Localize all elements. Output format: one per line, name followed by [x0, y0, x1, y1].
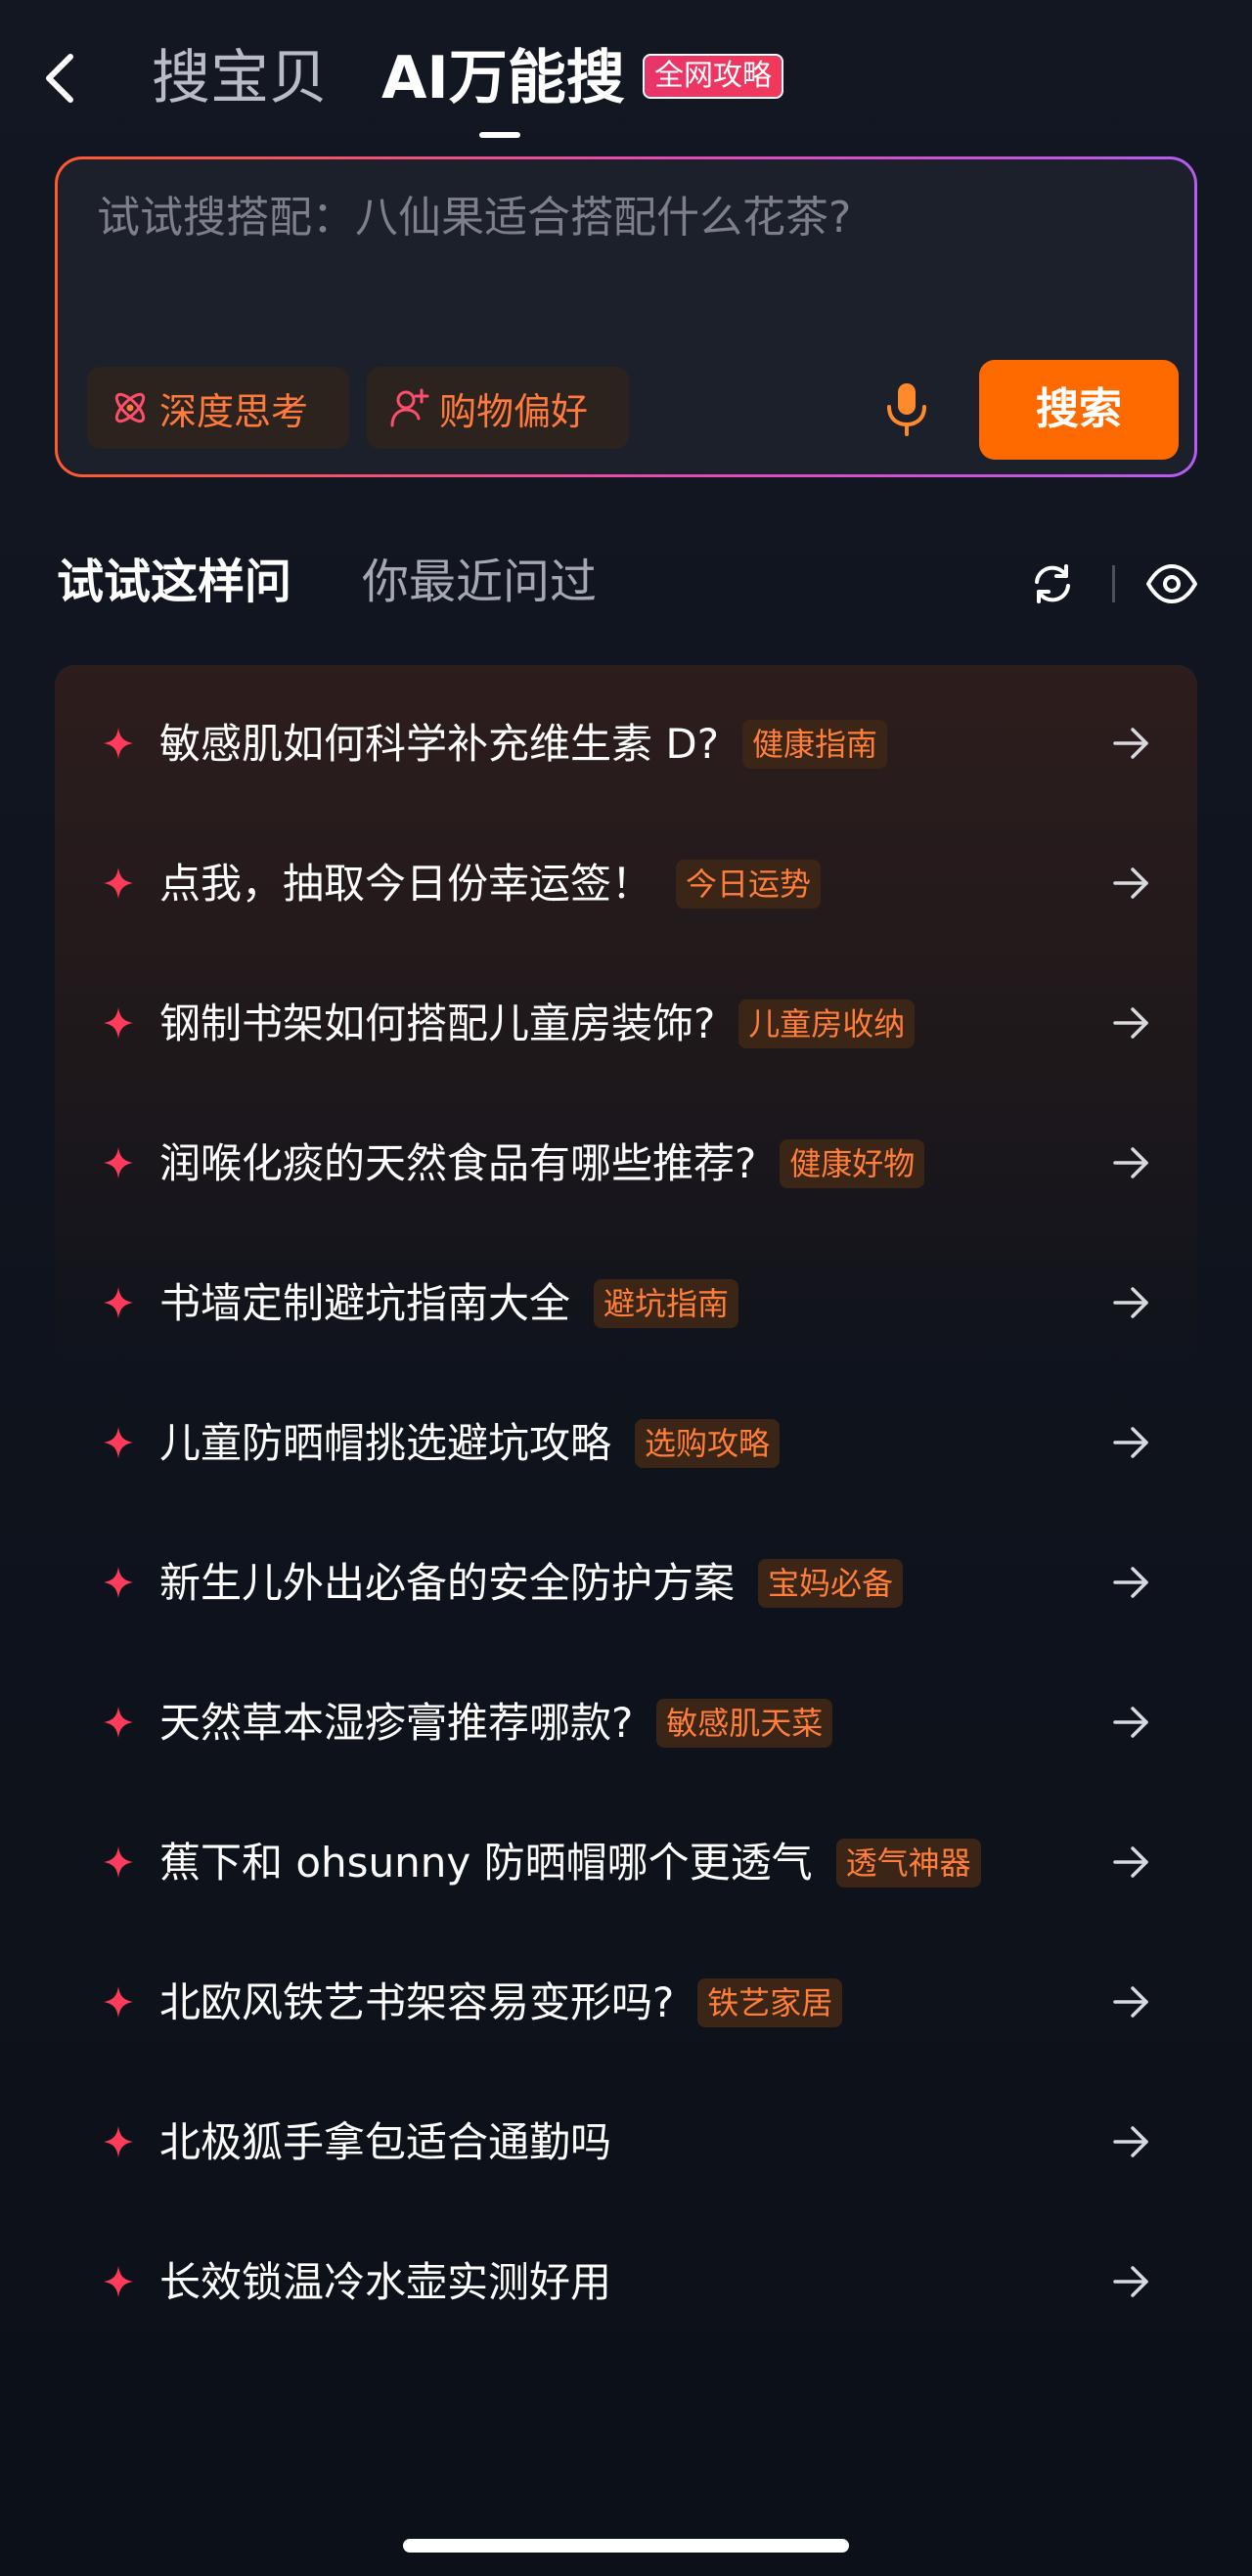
sparkle-star-icon	[104, 1147, 133, 1178]
suggestion-text-group: 北欧风铁艺书架容易变形吗? 铁艺家居	[159, 1973, 843, 2033]
sparkle-star-icon	[104, 1567, 133, 1598]
suggestion-question: 敏感肌如何科学补充维生素 D?	[159, 720, 719, 768]
top-bar: 搜宝贝 AI万能搜 全网攻略	[0, 0, 1252, 147]
active-tab-indicator	[479, 132, 520, 138]
suggestion-text-group: 天然草本湿疹膏推荐哪款? 敏感肌天菜	[159, 1693, 833, 1754]
suggestion-text-group: 润喉化痰的天然食品有哪些推荐? 健康好物	[159, 1133, 925, 1194]
tab-try-asking[interactable]: 试试这样问	[57, 548, 291, 616]
arrow-right-icon	[1113, 728, 1148, 759]
suggestion-question: 北极狐手拿包适合通勤吗	[159, 2118, 612, 2166]
atom-icon	[114, 392, 146, 423]
suggestion-question: 长效锁温冷水壶实测好用	[159, 2258, 612, 2306]
suggestion-text-group: 儿童防晒帽挑选避坑攻略 选购攻略	[159, 1413, 781, 1474]
sparkle-star-icon	[104, 728, 133, 759]
section-divider	[1112, 565, 1115, 602]
sparkle-star-icon	[104, 1846, 133, 1878]
suggestion-question: 书墙定制避坑指南大全	[159, 1279, 571, 1327]
suggestion-tag: 选购攻略	[635, 1419, 781, 1468]
tab-recently-asked[interactable]: 你最近问过	[362, 548, 597, 616]
suggestion-question: 北欧风铁艺书架容易变形吗?	[159, 1978, 675, 2026]
suggestion-question: 润喉化痰的天然食品有哪些推荐?	[159, 1139, 757, 1187]
search-box[interactable]: 试试搜搭配：八仙果适合搭配什么花茶? 深度思考 购物偏好 搜索	[55, 156, 1197, 477]
suggestion-question: 天然草本湿疹膏推荐哪款?	[159, 1699, 634, 1747]
sparkle-star-icon	[104, 1007, 133, 1039]
suggestion-item[interactable]: 敏感肌如何科学补充维生素 D? 健康指南	[55, 675, 1197, 815]
sparkle-star-icon	[104, 1287, 133, 1318]
suggestion-text-group: 蕉下和 ohsunny 防晒帽哪个更透气 透气神器	[159, 1833, 981, 1893]
suggestion-tag: 今日运势	[676, 860, 822, 909]
back-chevron-icon[interactable]	[39, 49, 82, 108]
sparkle-star-icon	[104, 2266, 133, 2297]
suggestion-tag: 宝妈必备	[758, 1559, 904, 1608]
suggestion-tag: 敏感肌天菜	[656, 1699, 833, 1748]
search-input[interactable]: 试试搜搭配：八仙果适合搭配什么花茶?	[97, 189, 851, 247]
eye-icon[interactable]	[1144, 560, 1199, 607]
suggestion-text-group: 新生儿外出必备的安全防护方案 宝妈必备	[159, 1553, 904, 1614]
arrow-right-icon	[1113, 2266, 1148, 2297]
suggestion-text-group: 敏感肌如何科学补充维生素 D? 健康指南	[159, 714, 887, 775]
sparkle-star-icon	[104, 2126, 133, 2157]
arrow-right-icon	[1113, 867, 1148, 899]
sparkle-star-icon	[104, 867, 133, 899]
suggestion-tag: 健康指南	[741, 720, 887, 769]
suggestion-item[interactable]: 钢制书架如何搭配儿童房装饰? 儿童房收纳	[55, 955, 1197, 1094]
suggestion-text-group: 北极狐手拿包适合通勤吗	[159, 2112, 611, 2173]
arrow-right-icon	[1113, 1567, 1148, 1598]
suggestion-item[interactable]: 点我，抽取今日份幸运签！ 今日运势	[55, 815, 1197, 955]
sparkle-star-icon	[104, 1427, 133, 1458]
suggestion-text-group: 书墙定制避坑指南大全 避坑指南	[159, 1273, 739, 1334]
suggestion-item[interactable]: 天然草本湿疹膏推荐哪款? 敏感肌天菜	[55, 1654, 1197, 1794]
suggestion-item[interactable]: 北欧风铁艺书架容易变形吗? 铁艺家居	[55, 1933, 1197, 2073]
arrow-right-icon	[1113, 1287, 1148, 1318]
tab-search-items[interactable]: 搜宝贝	[152, 39, 328, 117]
suggestion-item[interactable]: 长效锁温冷水壶实测好用	[55, 2213, 1197, 2353]
arrow-right-icon	[1113, 1986, 1148, 2018]
arrow-right-icon	[1113, 1846, 1148, 1878]
suggestion-text-group: 点我，抽取今日份幸运签！ 今日运势	[159, 854, 822, 914]
suggestion-item[interactable]: 蕉下和 ohsunny 防晒帽哪个更透气 透气神器	[55, 1794, 1197, 1933]
user-heart-icon	[390, 388, 429, 427]
suggestion-item[interactable]: 新生儿外出必备的安全防护方案 宝妈必备	[55, 1514, 1197, 1654]
shopping-preference-chip[interactable]: 购物偏好	[367, 367, 629, 449]
suggestion-tag: 健康好物	[780, 1139, 925, 1188]
arrow-right-icon	[1113, 2126, 1148, 2157]
home-indicator	[403, 2539, 849, 2553]
suggestion-tag: 儿童房收纳	[738, 999, 916, 1048]
suggestion-text-group: 钢制书架如何搭配儿童房装饰? 儿童房收纳	[159, 994, 916, 1054]
all-web-guide-badge: 全网攻略	[643, 54, 783, 99]
suggestion-question: 点我，抽取今日份幸运签！	[159, 860, 653, 908]
arrow-right-icon	[1113, 1147, 1148, 1178]
suggestion-question: 儿童防晒帽挑选避坑攻略	[159, 1419, 612, 1467]
suggestion-item[interactable]: 书墙定制避坑指南大全 避坑指南	[55, 1234, 1197, 1374]
sparkle-star-icon	[104, 1986, 133, 2018]
suggestion-item[interactable]: 润喉化痰的天然食品有哪些推荐? 健康好物	[55, 1094, 1197, 1234]
suggestion-tag: 避坑指南	[594, 1279, 739, 1328]
deep-think-label: 深度思考	[159, 389, 309, 433]
suggestion-item[interactable]: 北极狐手拿包适合通勤吗	[55, 2073, 1197, 2213]
suggestion-question: 蕉下和 ohsunny 防晒帽哪个更透气	[159, 1839, 813, 1887]
suggestion-question: 钢制书架如何搭配儿童房装饰?	[159, 999, 716, 1047]
shopping-preference-label: 购物偏好	[439, 389, 589, 433]
suggestion-tag: 透气神器	[835, 1839, 981, 1888]
refresh-icon[interactable]	[1029, 560, 1076, 607]
tab-ai-search[interactable]: AI万能搜	[381, 39, 625, 117]
search-button[interactable]: 搜索	[979, 360, 1179, 460]
arrow-right-icon	[1113, 1427, 1148, 1458]
arrow-right-icon	[1113, 1707, 1148, 1738]
deep-think-chip[interactable]: 深度思考	[87, 367, 349, 449]
microphone-icon[interactable]	[877, 379, 936, 438]
arrow-right-icon	[1113, 1007, 1148, 1039]
suggestion-item[interactable]: 儿童防晒帽挑选避坑攻略 选购攻略	[55, 1374, 1197, 1514]
suggestion-text-group: 长效锁温冷水壶实测好用	[159, 2252, 611, 2313]
suggestion-question: 新生儿外出必备的安全防护方案	[159, 1559, 736, 1607]
sparkle-star-icon	[104, 1707, 133, 1738]
suggestion-tag: 铁艺家居	[697, 1978, 843, 2027]
